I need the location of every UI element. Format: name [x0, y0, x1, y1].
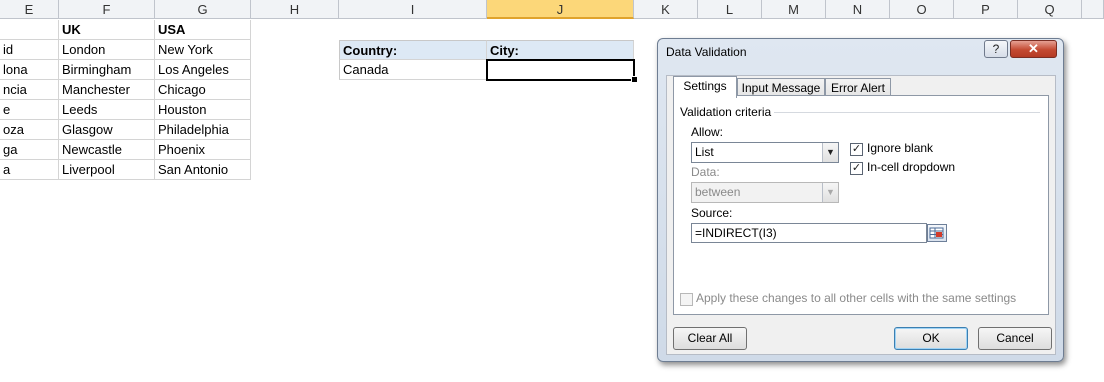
ignore-blank-checkbox[interactable]: ✓	[850, 143, 863, 156]
table-cell[interactable]: Houston	[155, 100, 251, 120]
column-header-k[interactable]: K	[634, 0, 698, 19]
column-header-o[interactable]: O	[890, 0, 954, 19]
city-label-cell[interactable]: City:	[487, 40, 634, 60]
ignore-blank-label[interactable]: Ignore blank	[867, 141, 933, 155]
table-cell[interactable]: Manchester	[59, 80, 155, 100]
tab-settings[interactable]: Settings	[673, 76, 737, 98]
table-cell[interactable]: Glasgow	[59, 120, 155, 140]
table-cell[interactable]: San Antonio	[155, 160, 251, 180]
column-header-h[interactable]: H	[251, 0, 339, 19]
settings-panel: Validation criteria Allow: List ▼ ✓ Igno…	[673, 95, 1049, 315]
cancel-button[interactable]: Cancel	[978, 327, 1052, 350]
table-cell[interactable]: London	[59, 40, 155, 60]
table-cell[interactable]: ga	[0, 140, 59, 160]
country-value-cell[interactable]: Canada	[339, 60, 487, 80]
dialog-body: Settings Input Message Error Alert Valid…	[666, 75, 1056, 355]
table-cell[interactable]: oza	[0, 120, 59, 140]
table-cell[interactable]: Birmingham	[59, 60, 155, 80]
group-divider	[774, 112, 1040, 113]
source-input[interactable]: =INDIRECT(I3)	[691, 223, 927, 243]
table-cell[interactable]: New York	[155, 40, 251, 60]
table-cell[interactable]: Los Angeles	[155, 60, 251, 80]
table-cell[interactable]: Liverpool	[59, 160, 155, 180]
table-cell[interactable]: Leeds	[59, 100, 155, 120]
city-value-cell[interactable]	[486, 59, 635, 81]
table-cell[interactable]: e	[0, 100, 59, 120]
column-header-i[interactable]: I	[339, 0, 487, 19]
data-select: between ▼	[691, 182, 839, 203]
column-header-n[interactable]: N	[826, 0, 890, 19]
table-cell[interactable]: a	[0, 160, 59, 180]
validation-criteria-heading: Validation criteria	[680, 105, 772, 119]
table-cell[interactable]: Phoenix	[155, 140, 251, 160]
allow-label: Allow:	[691, 125, 724, 139]
country-label-cell[interactable]: Country:	[339, 40, 487, 60]
data-select-value: between	[695, 185, 741, 199]
cell-e1[interactable]	[0, 20, 59, 40]
close-button[interactable]: ✕	[1010, 40, 1057, 58]
table-cell[interactable]: lona	[0, 60, 59, 80]
cell-g1[interactable]: USA	[155, 20, 251, 40]
source-label: Source:	[691, 206, 733, 220]
chevron-down-icon[interactable]: ▼	[822, 143, 838, 162]
column-header-l[interactable]: L	[698, 0, 762, 19]
table-cell[interactable]: Newcastle	[59, 140, 155, 160]
in-cell-dropdown-label[interactable]: In-cell dropdown	[867, 160, 955, 174]
column-header-g[interactable]: G	[155, 0, 251, 19]
cell-f1[interactable]: UK	[59, 20, 155, 40]
column-header-e[interactable]: E	[0, 0, 59, 19]
data-validation-dialog: Data Validation ? ✕ Settings Input Messa…	[657, 38, 1064, 362]
column-header-p[interactable]: P	[954, 0, 1018, 19]
data-label: Data:	[691, 165, 720, 179]
help-button[interactable]: ?	[984, 40, 1008, 58]
column-header-q[interactable]: Q	[1018, 0, 1082, 19]
range-select-icon	[929, 227, 944, 239]
allow-select-value: List	[695, 145, 714, 159]
apply-all-checkbox	[680, 293, 693, 306]
allow-select[interactable]: List ▼	[691, 142, 839, 163]
dialog-title: Data Validation	[666, 45, 747, 59]
fill-handle[interactable]	[631, 76, 638, 83]
table-cell[interactable]: Philadelphia	[155, 120, 251, 140]
in-cell-dropdown-checkbox[interactable]: ✓	[850, 162, 863, 175]
table-cell[interactable]: Chicago	[155, 80, 251, 100]
chevron-down-icon: ▼	[822, 183, 838, 202]
clear-all-button[interactable]: Clear All	[673, 327, 747, 350]
column-header-m[interactable]: M	[762, 0, 826, 19]
column-header-r[interactable]	[1082, 0, 1104, 19]
table-cell[interactable]: ncia	[0, 80, 59, 100]
table-cell[interactable]: id	[0, 40, 59, 60]
column-header-f[interactable]: F	[59, 0, 155, 19]
apply-all-label: Apply these changes to all other cells w…	[696, 291, 1017, 305]
collapse-dialog-button[interactable]	[927, 224, 947, 242]
ok-button[interactable]: OK	[894, 327, 968, 350]
column-header-j[interactable]: J	[487, 0, 634, 19]
